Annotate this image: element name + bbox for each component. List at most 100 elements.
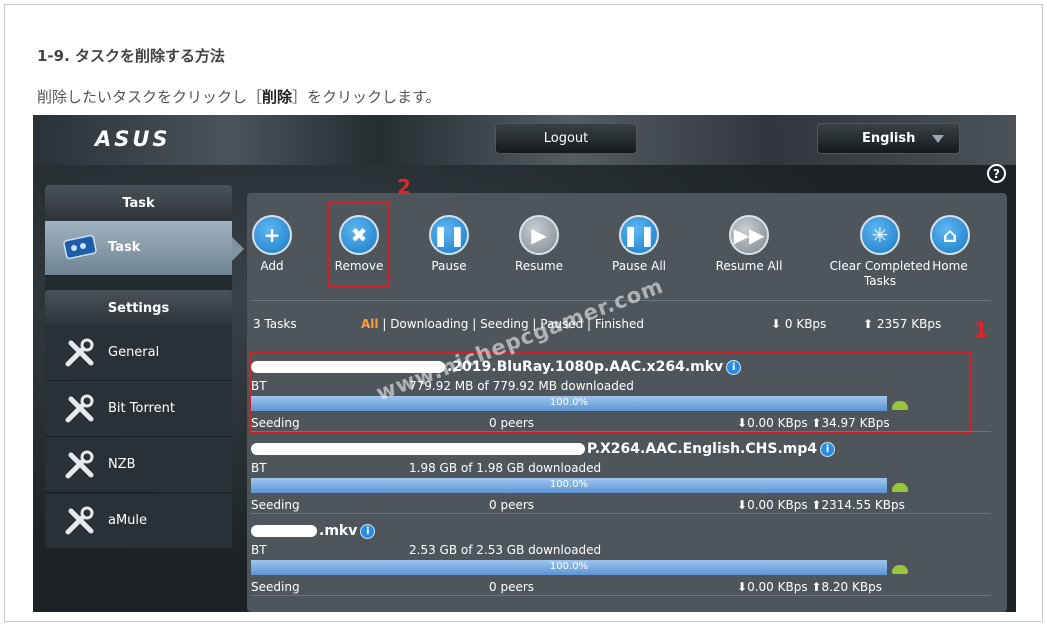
task-up-speed: 34.97 KBps <box>821 416 890 430</box>
task-row[interactable]: .mkv i BT 2.53 GB of 2.53 GB downloaded 1… <box>251 521 999 603</box>
toolbar-label: Add <box>260 259 284 273</box>
task-up-speed: 2314.55 KBps <box>821 498 905 512</box>
progress-label: 100.0% <box>549 479 589 490</box>
toolbar-label: Resume <box>514 259 564 273</box>
task-row[interactable]: P.X264.AAC.English.CHS.mp4 i BT 1.98 GB o… <box>251 439 999 521</box>
intro-bold: 削除 <box>262 88 293 106</box>
intro-before: 削除したいタスクをクリックし［ <box>37 88 263 106</box>
task-type: BT <box>251 543 267 557</box>
sidebar-item-general[interactable]: General <box>45 326 232 381</box>
home-button[interactable]: ⌂ Home <box>906 215 994 274</box>
task-name-text: P.X264.AAC.English.CHS.mp4 <box>587 441 818 457</box>
up-value: 2357 KBps <box>876 317 942 331</box>
task-row[interactable]: .2019.BluRay.1080p.AAC.x264.mkv i BT 779.… <box>249 351 999 439</box>
toolbar-label: Resume All <box>715 259 783 273</box>
task-icon <box>63 234 97 260</box>
info-icon[interactable]: i <box>726 360 742 375</box>
toolbar-label: Pause All <box>612 259 666 273</box>
sidebar-item-label: aMule <box>108 513 148 528</box>
task-panel: + Add ✖ Remove 2 ❚❚ Pause ▶ Resume ❚❚ Pa… <box>247 175 1007 612</box>
task-count: 3 Tasks <box>253 317 297 331</box>
toolbar-label: Home <box>932 259 968 273</box>
callout-number-1: 1 <box>974 318 988 342</box>
help-icon[interactable]: ? <box>987 164 1006 183</box>
resume-all-icon: ▶▶ <box>729 215 769 255</box>
sidebar-item-label: NZB <box>108 457 136 472</box>
task-type: BT <box>251 379 267 393</box>
task-speeds: ⬇0.00 KBps ⬆2314.55 KBps <box>737 498 905 512</box>
sidebar-item-task[interactable]: Task <box>45 221 244 276</box>
play-icon: ▶ <box>519 215 559 255</box>
progress-bar: 100.0% <box>251 560 887 575</box>
progress-label: 100.0% <box>549 397 589 408</box>
task-state: Seeding <box>251 416 300 430</box>
total-upload-speed: ⬆ 2357 KBps <box>863 317 942 331</box>
task-speeds: ⬇0.00 KBps ⬆8.20 KBps <box>737 580 882 594</box>
task-peers: 0 peers <box>489 416 535 430</box>
divider <box>251 513 991 514</box>
pause-button[interactable]: ❚❚ Pause <box>405 215 493 274</box>
sidebar-item-label: Bit Torrent <box>108 401 175 416</box>
task-name-text: .mkv <box>319 523 358 539</box>
pause-all-icon: ❚❚ <box>619 215 659 255</box>
down-value: 0 KBps <box>784 317 827 331</box>
highlight-box-remove <box>327 201 390 287</box>
chevron-down-icon <box>932 135 944 143</box>
divider <box>251 595 991 596</box>
language-value: English <box>862 131 916 146</box>
android-icon <box>892 565 908 574</box>
language-select[interactable]: English <box>817 123 960 154</box>
wrench-icon <box>65 506 94 535</box>
intro-text: 削除したいタスクをクリックし［削除］をクリックします。 <box>37 86 441 107</box>
progress-bar: 100.0% <box>251 396 887 411</box>
task-state: Seeding <box>251 498 300 512</box>
task-size: 1.98 GB of 1.98 GB downloaded <box>409 461 602 475</box>
task-down-speed: 0.00 KBps <box>747 580 808 594</box>
task-name: P.X264.AAC.English.CHS.mp4 i <box>251 441 836 457</box>
clear-icon: ✳ <box>860 215 900 255</box>
task-peers: 0 peers <box>489 498 535 512</box>
asus-download-master-screenshot: ASUS Logout English ? Task Task Settings… <box>33 115 1016 612</box>
sidebar-item-bit-torrent[interactable]: Bit Torrent <box>45 382 232 437</box>
task-down-speed: 0.00 KBps <box>747 498 808 512</box>
wrench-icon <box>65 450 94 479</box>
task-speeds: ⬇0.00 KBps ⬆34.97 KBps <box>737 416 890 430</box>
toolbar-label: Pause <box>431 259 467 273</box>
total-download-speed: ⬇ 0 KBps <box>771 317 827 331</box>
divider <box>251 431 991 432</box>
resume-all-button[interactable]: ▶▶ Resume All <box>705 215 793 274</box>
resume-button[interactable]: ▶ Resume <box>495 215 583 274</box>
sidebar-header-settings: Settings <box>45 290 232 326</box>
sidebar-gap <box>45 276 232 290</box>
logout-button[interactable]: Logout <box>495 123 637 154</box>
progress-bar: 100.0% <box>251 478 887 493</box>
sidebar-item-nzb[interactable]: NZB <box>45 438 232 493</box>
callout-number-2: 2 <box>397 175 411 199</box>
redaction <box>251 525 317 537</box>
pause-icon: ❚❚ <box>429 215 469 255</box>
info-icon[interactable]: i <box>820 442 836 457</box>
redaction <box>251 443 585 455</box>
section-heading: 1-9. タスクを削除する方法 <box>37 47 226 65</box>
sidebar-header-task: Task <box>45 185 232 221</box>
info-icon[interactable]: i <box>360 524 376 539</box>
progress-label: 100.0% <box>549 561 589 572</box>
task-size: 2.53 GB of 2.53 GB downloaded <box>409 543 602 557</box>
add-icon: + <box>252 215 292 255</box>
task-up-speed: 8.20 KBps <box>821 580 882 594</box>
task-state: Seeding <box>251 580 300 594</box>
add-button[interactable]: + Add <box>228 215 316 274</box>
task-name: .mkv i <box>251 523 376 539</box>
asus-logo: ASUS <box>95 127 171 151</box>
sidebar-item-label: Task <box>108 240 141 255</box>
sidebar-item-label: General <box>108 345 160 360</box>
pause-all-button[interactable]: ❚❚ Pause All <box>595 215 683 274</box>
task-down-speed: 0.00 KBps <box>747 416 808 430</box>
wrench-icon <box>65 338 94 367</box>
android-icon <box>892 401 908 410</box>
wrench-icon <box>65 394 94 423</box>
home-icon: ⌂ <box>930 215 970 255</box>
intro-after: ］をクリックします。 <box>292 88 441 106</box>
sidebar-item-amule[interactable]: aMule <box>45 494 232 549</box>
filter-all[interactable]: All <box>361 317 379 331</box>
